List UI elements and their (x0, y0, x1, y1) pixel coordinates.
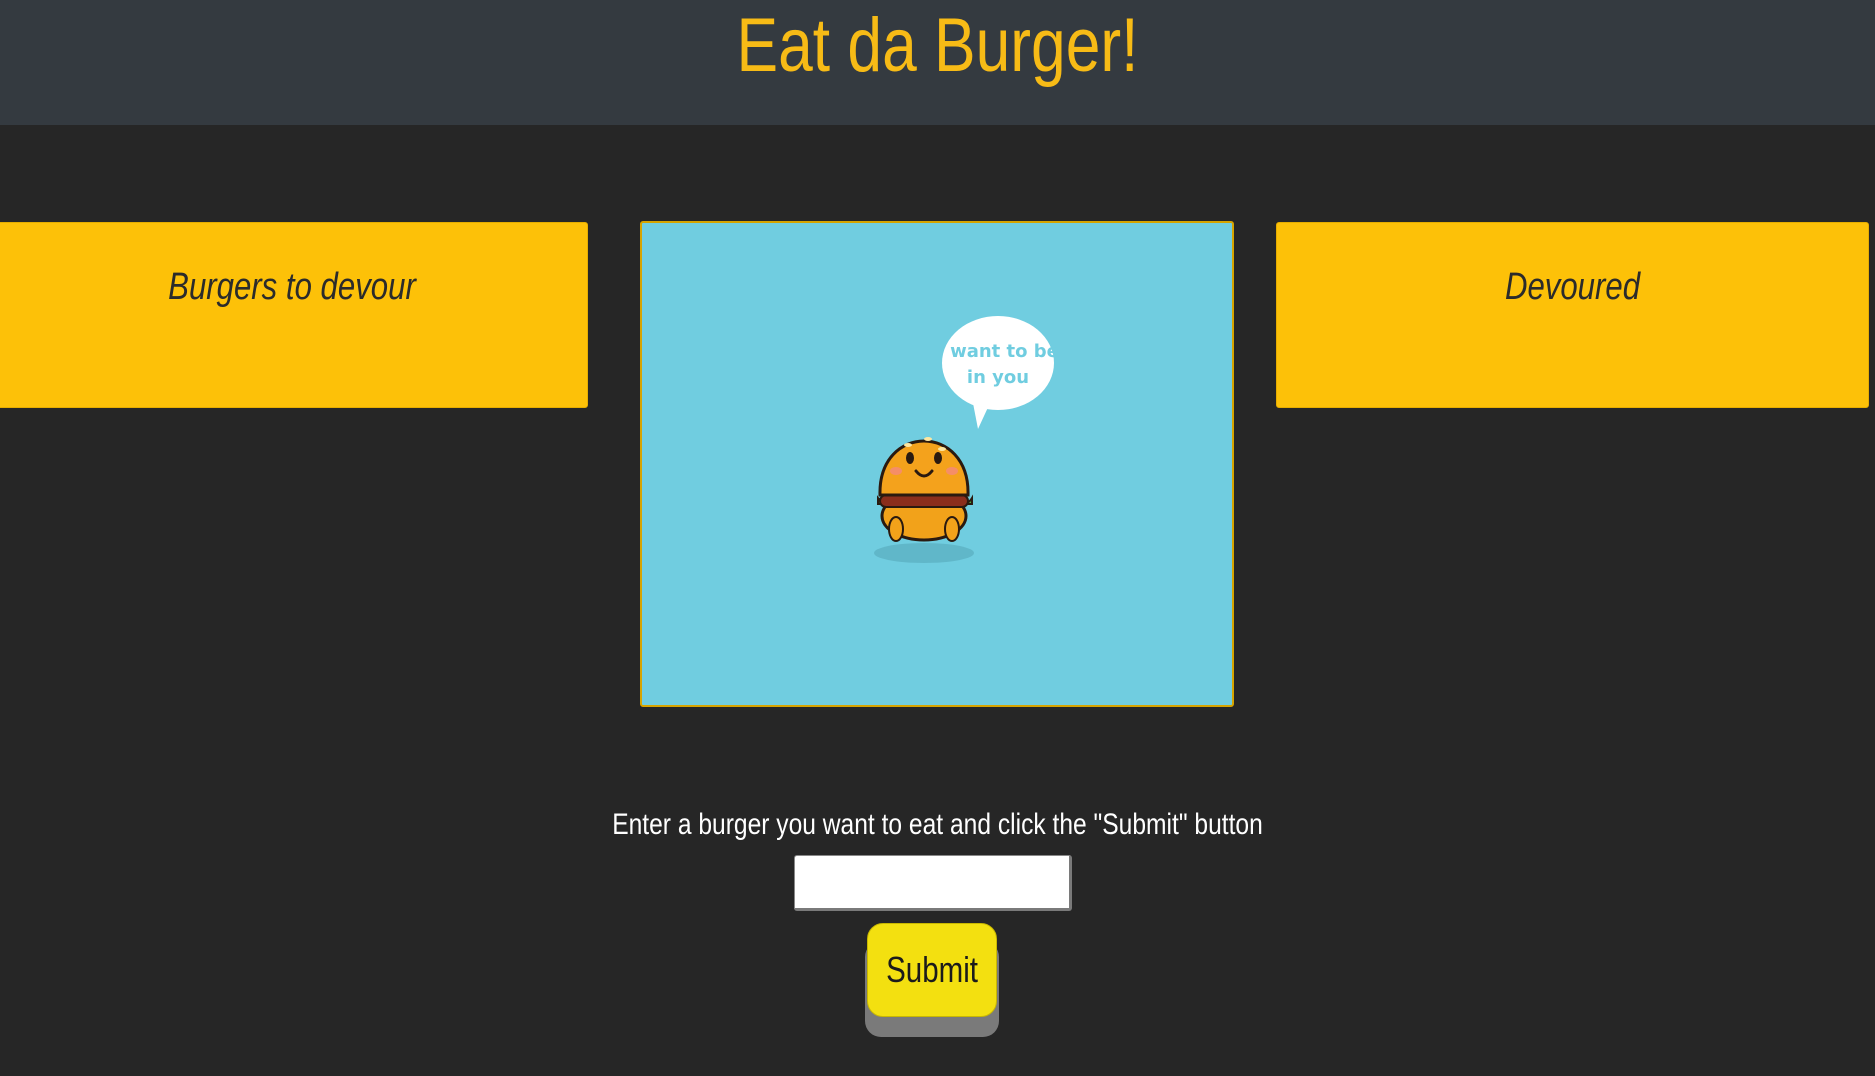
devoured-title: Devoured (1504, 266, 1641, 308)
burger-name-input[interactable] (794, 855, 1072, 911)
submit-button[interactable]: Submit (867, 923, 997, 1017)
burgers-to-devour-panel: Burgers to devour (0, 222, 588, 408)
page-title: Eat da Burger! (736, 3, 1139, 88)
submit-button-label: Submit (886, 949, 978, 990)
burger-illustration: I want to be in you (874, 316, 1059, 563)
speech-bubble (942, 316, 1054, 410)
devoured-panel: Devoured (1276, 222, 1869, 408)
page-header: Eat da Burger! (0, 0, 1875, 125)
speech-bubble-line-2: in you (967, 367, 1029, 388)
speech-bubble-line-1: I want to be (937, 341, 1059, 362)
form-instructions: Enter a burger you want to eat and click… (612, 808, 1263, 841)
burgers-to-devour-title: Burgers to devour (168, 266, 416, 308)
burger-hero-image: I want to be in you (640, 221, 1234, 707)
